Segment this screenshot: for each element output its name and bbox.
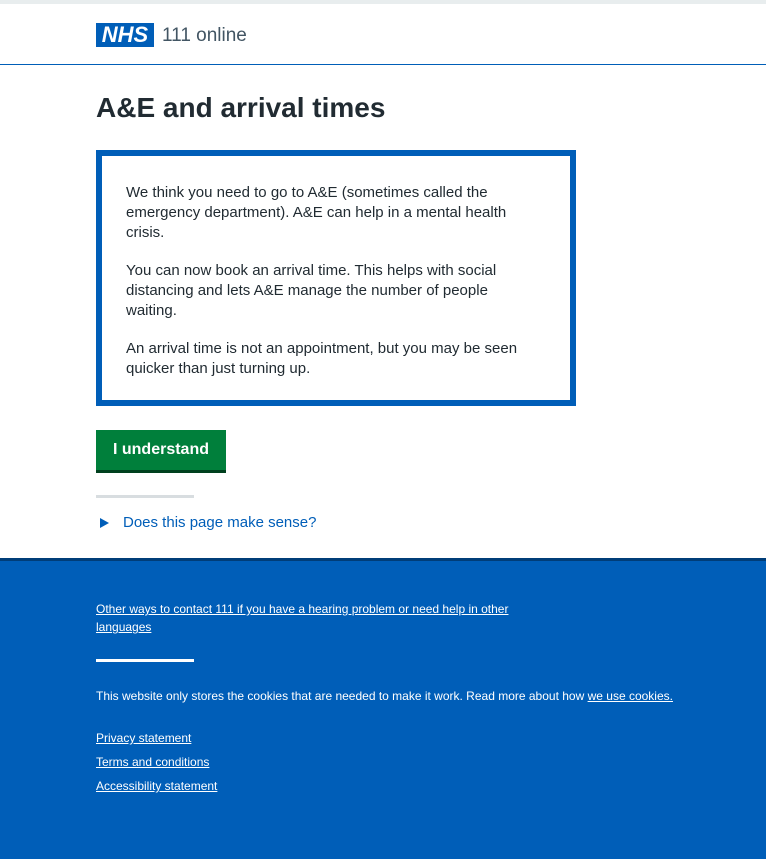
i-understand-button[interactable]: I understand [96, 430, 226, 473]
footer-link-item: Privacy statement [96, 729, 217, 747]
footer-link-item: Terms and conditions [96, 753, 217, 771]
footer-divider [96, 659, 194, 662]
care-card-paragraph-3: An arrival time is not an appointment, b… [126, 340, 518, 377]
expand-triangle-icon [100, 518, 109, 528]
footer-links: Privacy statement Terms and conditions A… [96, 729, 217, 801]
page: NHS 111 online A&E and arrival times We … [0, 0, 766, 859]
nhs-logo-text: NHS [101, 22, 149, 47]
site-footer: Other ways to contact 111 if you have a … [0, 558, 766, 859]
cookie-notice-text: This website only stores the cookies tha… [96, 689, 588, 703]
accessibility-statement-link[interactable]: Accessibility statement [96, 779, 217, 793]
cookies-link[interactable]: we use cookies. [588, 689, 673, 703]
footer-link-item: Accessibility statement [96, 777, 217, 795]
cookie-notice: This website only stores the cookies tha… [96, 687, 673, 705]
section-divider [96, 495, 194, 498]
other-ways-to-contact-link[interactable]: Other ways to contact 111 if you have a … [96, 602, 508, 634]
care-card: We think you need to go to A&E (sometime… [96, 150, 576, 406]
footer-contact: Other ways to contact 111 if you have a … [96, 600, 556, 636]
privacy-statement-link[interactable]: Privacy statement [96, 731, 191, 745]
page-title: A&E and arrival times [96, 92, 386, 123]
page-feedback-toggle[interactable]: Does this page make sense? [100, 513, 316, 533]
service-name: 111 online [162, 25, 247, 46]
nhs-logo[interactable]: NHS [96, 23, 154, 47]
terms-and-conditions-link[interactable]: Terms and conditions [96, 755, 209, 769]
care-card-paragraph-1: We think you need to go to A&E (sometime… [126, 184, 507, 241]
site-header: NHS 111 online [0, 4, 766, 65]
care-card-paragraph-2: You can now book an arrival time. This h… [126, 262, 497, 319]
feedback-label: Does this page make sense? [123, 514, 317, 531]
